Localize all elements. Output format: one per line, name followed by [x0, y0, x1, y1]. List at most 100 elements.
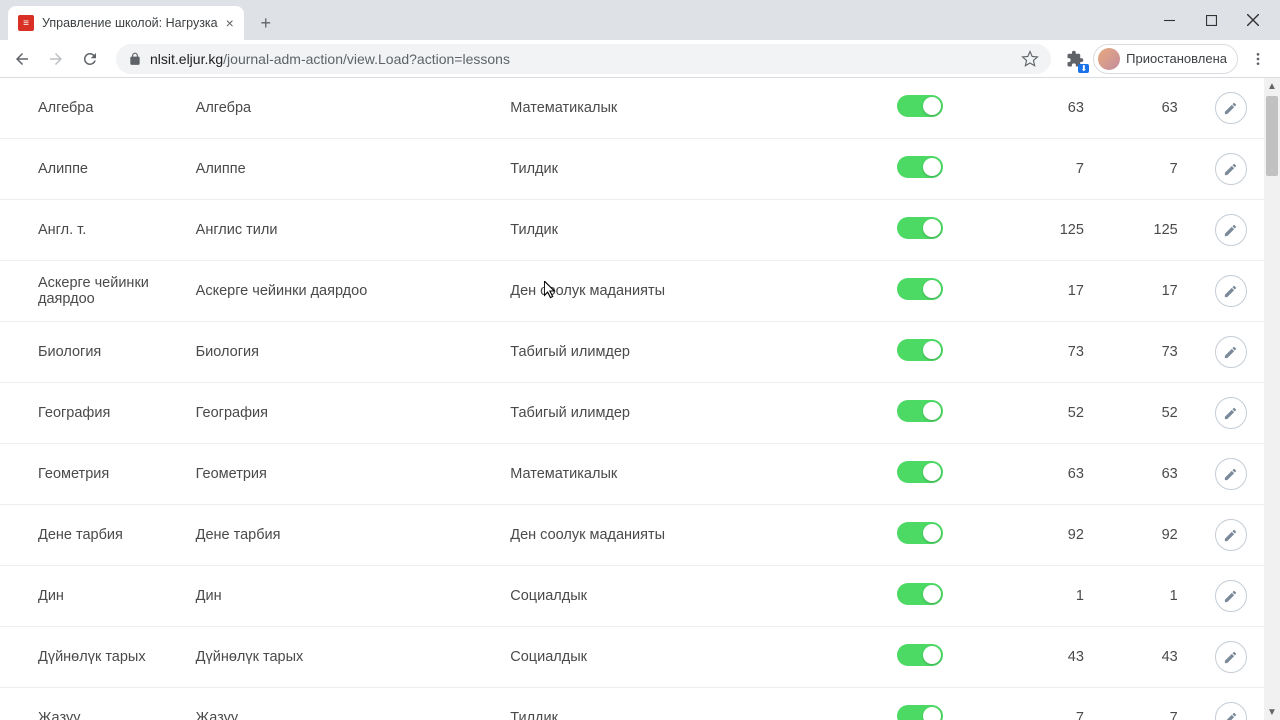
hours-count-1: 63	[1010, 444, 1104, 505]
tab-close-icon[interactable]: ×	[226, 15, 234, 31]
edit-button[interactable]	[1215, 397, 1247, 429]
subject-full: Дин	[188, 566, 503, 627]
subject-category: Тилдик	[502, 688, 888, 720]
browser-tab[interactable]: ≡ Управление школой: Нагрузка ×	[8, 6, 244, 40]
subject-category: Тилдик	[502, 200, 888, 261]
subject-category: Математикалык	[502, 444, 888, 505]
close-button[interactable]	[1246, 13, 1260, 27]
scroll-down-icon[interactable]: ▼	[1264, 704, 1280, 720]
subject-category: Математикалык	[502, 78, 888, 139]
bookmark-icon[interactable]	[1021, 50, 1039, 68]
table-row: АлиппеАлиппеТилдик77	[0, 139, 1264, 200]
hours-count-2: 63	[1104, 444, 1198, 505]
table-row: Англ. т.Англис тилиТилдик125125	[0, 200, 1264, 261]
hours-count-2: 7	[1104, 688, 1198, 720]
scrollbar-thumb[interactable]	[1266, 96, 1278, 176]
edit-button[interactable]	[1215, 336, 1247, 368]
extension-badge: ⬇	[1078, 64, 1089, 73]
edit-button[interactable]	[1215, 458, 1247, 490]
subject-category: Тилдик	[502, 139, 888, 200]
profile-chip[interactable]: Приостановлена	[1093, 44, 1238, 74]
hours-count-1: 7	[1010, 688, 1104, 720]
toggle-switch[interactable]	[897, 705, 943, 720]
subject-short: Англ. т.	[0, 200, 188, 261]
subject-full: Аскерге чейинки даярдоо	[188, 261, 503, 322]
extensions-icon[interactable]: ⬇	[1063, 47, 1087, 71]
subject-full: Алиппе	[188, 139, 503, 200]
subject-short: Аскерге чейинки даярдоо	[0, 261, 188, 322]
subject-category: Ден соолук маданияты	[502, 505, 888, 566]
address-bar[interactable]: nlsit.eljur.kg/journal-adm-action/view.L…	[116, 44, 1051, 74]
hours-count-1: 17	[1010, 261, 1104, 322]
scrollbar[interactable]: ▲ ▼	[1264, 78, 1280, 720]
edit-button[interactable]	[1215, 275, 1247, 307]
toggle-switch[interactable]	[897, 156, 943, 178]
kebab-menu-icon[interactable]	[1244, 45, 1272, 73]
hours-count-1: 125	[1010, 200, 1104, 261]
hours-count-1: 43	[1010, 627, 1104, 688]
lock-icon	[128, 52, 142, 66]
subject-full: Дене тарбия	[188, 505, 503, 566]
subject-category: Социалдык	[502, 566, 888, 627]
hours-count-2: 43	[1104, 627, 1198, 688]
subject-full: Геометрия	[188, 444, 503, 505]
table-row: ГеометрияГеометрияМатематикалык6363	[0, 444, 1264, 505]
toggle-switch[interactable]	[897, 400, 943, 422]
toggle-switch[interactable]	[897, 278, 943, 300]
edit-button[interactable]	[1215, 92, 1247, 124]
subject-full: Биология	[188, 322, 503, 383]
subject-full: Дүйнөлүк тарых	[188, 627, 503, 688]
toggle-switch[interactable]	[897, 217, 943, 239]
table-row: Дене тарбияДене тарбияДен соолук мадания…	[0, 505, 1264, 566]
back-button[interactable]	[8, 45, 36, 73]
hours-count-1: 1	[1010, 566, 1104, 627]
table-row: БиологияБиологияТабигый илимдер7373	[0, 322, 1264, 383]
reload-button[interactable]	[76, 45, 104, 73]
hours-count-2: 52	[1104, 383, 1198, 444]
table-row: Аскерге чейинки даярдооАскерге чейинки д…	[0, 261, 1264, 322]
toggle-switch[interactable]	[897, 461, 943, 483]
new-tab-button[interactable]: +	[252, 9, 280, 37]
subject-short: Дене тарбия	[0, 505, 188, 566]
scroll-up-icon[interactable]: ▲	[1264, 78, 1280, 94]
toggle-switch[interactable]	[897, 522, 943, 544]
subjects-table: АлгебраАлгебраМатематикалык6363АлиппеАли…	[0, 78, 1264, 720]
subject-full: Жазуу	[188, 688, 503, 720]
table-row: ГеографияГеографияТабигый илимдер5252	[0, 383, 1264, 444]
edit-button[interactable]	[1215, 519, 1247, 551]
subject-short: Алгебра	[0, 78, 188, 139]
subject-category: Ден соолук маданияты	[502, 261, 888, 322]
edit-button[interactable]	[1215, 153, 1247, 185]
subject-full: География	[188, 383, 503, 444]
hours-count-1: 63	[1010, 78, 1104, 139]
subject-short: Алиппе	[0, 139, 188, 200]
hours-count-2: 17	[1104, 261, 1198, 322]
edit-button[interactable]	[1215, 702, 1247, 720]
table-row: ЖазууЖазууТилдик77	[0, 688, 1264, 720]
edit-button[interactable]	[1215, 641, 1247, 673]
subject-short: Биология	[0, 322, 188, 383]
toggle-switch[interactable]	[897, 583, 943, 605]
tab-title: Управление школой: Нагрузка	[42, 16, 218, 30]
favicon-icon: ≡	[18, 15, 34, 31]
subject-category: Табигый илимдер	[502, 383, 888, 444]
maximize-button[interactable]	[1204, 13, 1218, 27]
minimize-button[interactable]	[1162, 13, 1176, 27]
page-content: АлгебраАлгебраМатематикалык6363АлиппеАли…	[0, 78, 1264, 720]
toggle-switch[interactable]	[897, 339, 943, 361]
subject-short: Дин	[0, 566, 188, 627]
hours-count-2: 92	[1104, 505, 1198, 566]
toggle-switch[interactable]	[897, 644, 943, 666]
edit-button[interactable]	[1215, 214, 1247, 246]
hours-count-1: 7	[1010, 139, 1104, 200]
toggle-switch[interactable]	[897, 95, 943, 117]
browser-toolbar: nlsit.eljur.kg/journal-adm-action/view.L…	[0, 40, 1280, 78]
avatar-icon	[1098, 48, 1120, 70]
subject-full: Англис тили	[188, 200, 503, 261]
subject-full: Алгебра	[188, 78, 503, 139]
window-controls	[1162, 0, 1280, 40]
hours-count-2: 73	[1104, 322, 1198, 383]
edit-button[interactable]	[1215, 580, 1247, 612]
forward-button[interactable]	[42, 45, 70, 73]
table-row: ДинДинСоциалдык11	[0, 566, 1264, 627]
